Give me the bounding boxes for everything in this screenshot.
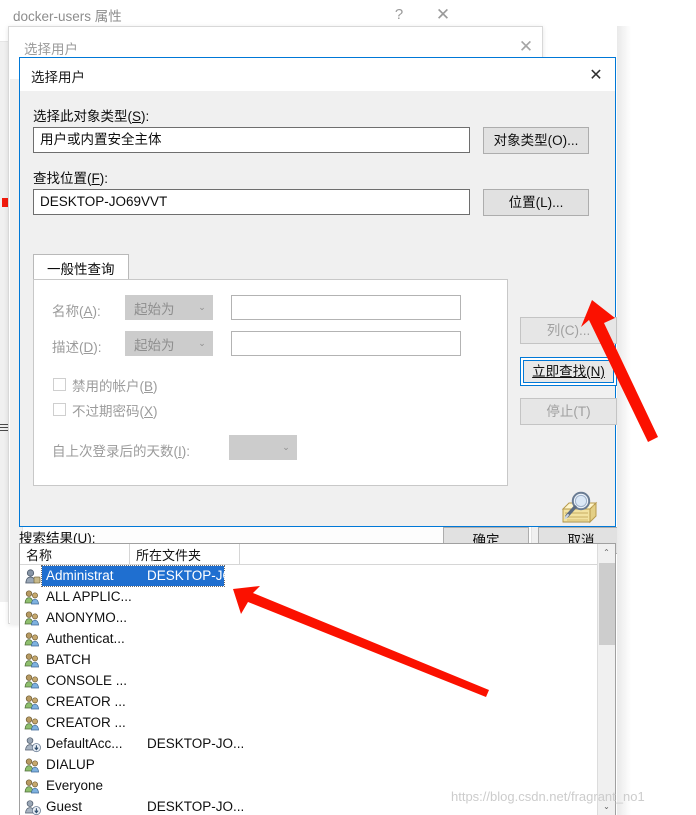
name-value-input[interactable] [231, 295, 461, 320]
disabled-accounts-label: 禁用的帐户(B) [72, 379, 158, 394]
object-type-input[interactable]: 用户或内置安全主体 [33, 127, 470, 153]
list-header: 名称 所在文件夹 [20, 544, 598, 565]
dialog-title-bar: 选择用户 ✕ [20, 58, 615, 91]
user-disabled-icon [24, 736, 41, 753]
row-name: ANONYMO... [46, 610, 128, 625]
table-row[interactable]: Administrat DESKTOP-JO... [20, 565, 598, 587]
close-icon[interactable]: ✕ [428, 2, 458, 28]
select-user-dialog: 选择用户 ✕ 选择此对象类型(S): 用户或内置安全主体 对象类型(O)... … [19, 57, 624, 554]
common-queries-panel: 名称(A): 起始为 ⌄ 描述(D): 起始为 ⌄ 禁用的帐户(B) 不过期密码… [33, 279, 508, 486]
close-icon[interactable]: ✕ [581, 61, 611, 88]
chevron-down-icon: ⌄ [198, 338, 206, 349]
row-folder: DESKTOP-JO... [147, 568, 245, 583]
background-window-title: docker-users 属性 [13, 9, 122, 24]
background-dialog-title: 选择用户 [24, 42, 78, 57]
row-folder: DESKTOP-JO... [147, 799, 245, 814]
days-since-logon-select[interactable]: ⌄ [229, 435, 297, 460]
description-condition-select[interactable]: 起始为 ⌄ [125, 331, 213, 356]
row-folder: DESKTOP-JO... [147, 736, 245, 751]
group-icon [24, 673, 41, 690]
chevron-down-icon: ⌄ [198, 302, 206, 313]
list-vertical-scrollbar[interactable]: ⌃ ⌄ [597, 544, 615, 815]
user-icon [24, 568, 41, 585]
dialog-body: 选择此对象类型(S): 用户或内置安全主体 对象类型(O)... 查找位置(F)… [20, 91, 617, 526]
row-name: ALL APPLIC... [46, 589, 132, 604]
password-never-expires-label: 不过期密码(X) [72, 404, 158, 419]
row-name: CONSOLE ... [46, 673, 128, 688]
table-row[interactable]: DIALUP [20, 755, 598, 776]
locations-button[interactable]: 位置(L)... [483, 189, 589, 216]
disabled-accounts-checkbox[interactable] [53, 378, 66, 391]
watermark: https://blog.csdn.net/fragrant_no1 [451, 789, 645, 804]
description-label: 描述(D): [52, 340, 102, 355]
background-window-left-edge [0, 42, 5, 602]
window-shadow [617, 26, 631, 815]
row-name: DIALUP [46, 757, 95, 772]
row-name: DefaultAcc... [46, 736, 123, 751]
description-value-input[interactable] [231, 331, 461, 356]
object-type-label: 选择此对象类型(S): [33, 109, 150, 124]
row-name: CREATOR ... [46, 694, 126, 709]
table-row[interactable]: DefaultAcc... DESKTOP-JO... [20, 734, 598, 755]
row-name: Authenticat... [46, 631, 125, 646]
columns-button[interactable]: 列(C)... [520, 317, 617, 344]
scrollbar-thumb[interactable] [599, 563, 615, 645]
search-folder-icon [557, 489, 603, 531]
row-name: BATCH [46, 652, 91, 667]
location-label: 查找位置(F): [33, 171, 108, 186]
table-row[interactable]: Authenticat... [20, 629, 598, 650]
desktop-right-area [617, 26, 696, 815]
scroll-up-icon[interactable]: ⌃ [598, 544, 615, 562]
row-name: Everyone [46, 778, 104, 793]
dialog-title: 选择用户 [31, 70, 85, 85]
table-row[interactable]: CONSOLE ... [20, 671, 598, 692]
group-icon [24, 631, 41, 648]
row-name: CREATOR ... [46, 715, 126, 730]
tab-common-queries[interactable]: 一般性查询 [33, 254, 129, 280]
group-icon [24, 778, 41, 795]
group-icon [24, 694, 41, 711]
user-disabled-icon [24, 799, 41, 815]
column-header-folder[interactable]: 所在文件夹 [130, 544, 240, 564]
tabstrip: 一般性查询 [33, 254, 508, 280]
name-label: 名称(A): [52, 304, 101, 319]
background-list-sliver [0, 424, 8, 433]
table-row[interactable]: BATCH [20, 650, 598, 671]
password-never-expires-checkbox[interactable] [53, 403, 66, 416]
column-header-name[interactable]: 名称 [20, 544, 130, 564]
screen: docker-users 属性 ? ✕ 选择用户 ✕ 选择用户 ✕ 选择此对象类… [0, 0, 696, 815]
table-row[interactable]: ANONYMO... [20, 608, 598, 629]
stop-button[interactable]: 停止(T) [520, 398, 617, 425]
group-icon [24, 757, 41, 774]
search-results-list[interactable]: 名称 所在文件夹 Administrat DESKTOP-JO... ALL A… [19, 543, 616, 815]
help-icon[interactable]: ? [384, 2, 414, 28]
find-now-button[interactable]: 立即查找(N) [520, 357, 617, 386]
table-row[interactable]: CREATOR ... [20, 713, 598, 734]
row-name: Guest [46, 799, 83, 814]
row-name: Administrat [46, 568, 114, 583]
group-icon [24, 610, 41, 627]
background-dialog-close-icon[interactable]: ✕ [512, 35, 540, 59]
object-types-button[interactable]: 对象类型(O)... [483, 127, 589, 154]
name-condition-select[interactable]: 起始为 ⌄ [125, 295, 213, 320]
group-icon [24, 589, 41, 606]
location-input[interactable]: DESKTOP-JO69VVT [33, 189, 470, 215]
days-since-logon-label: 自上次登录后的天数(I): [52, 444, 191, 459]
group-icon [24, 652, 41, 669]
group-icon [24, 715, 41, 732]
chevron-down-icon: ⌄ [282, 442, 290, 453]
table-row[interactable]: ALL APPLIC... [20, 587, 598, 608]
table-row[interactable]: CREATOR ... [20, 692, 598, 713]
